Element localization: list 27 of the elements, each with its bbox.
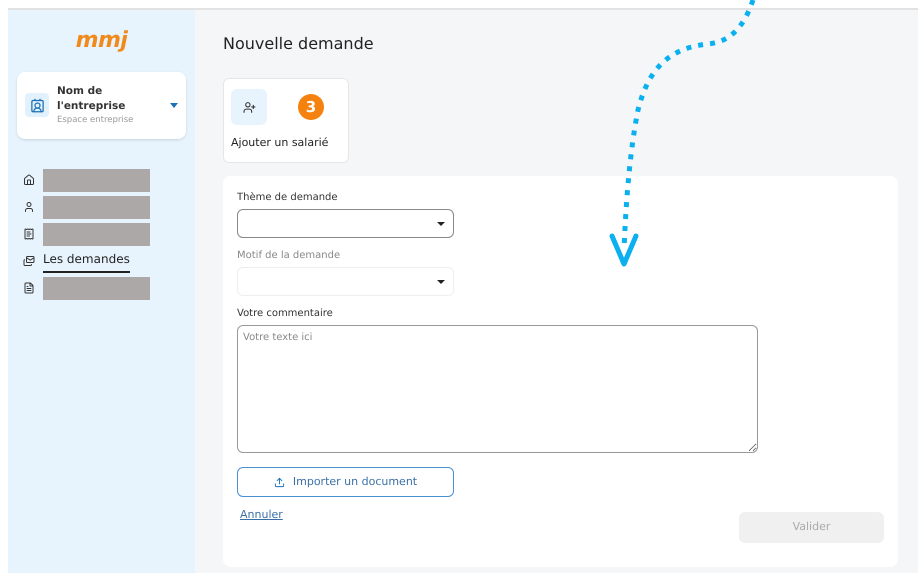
select-field[interactable]: [237, 209, 454, 238]
user-plus-icon: [242, 100, 256, 114]
card-label: Ajouter un salarié: [231, 135, 330, 151]
company-subtitle: Espace entreprise: [57, 114, 134, 127]
company-card[interactable]: Nom de l'entreprise Espace entreprise: [17, 72, 186, 139]
add-employee-card[interactable]: 3 Ajouter un salarié: [223, 78, 349, 163]
user-icon: [23, 201, 35, 214]
mail-icon: [23, 255, 35, 268]
page-title: Nouvelle demande: [223, 33, 375, 55]
receipt-icon: [23, 228, 35, 240]
caret-icon: [437, 222, 445, 226]
field-label: Motif de la demande: [237, 249, 342, 263]
caret-icon: [170, 102, 178, 108]
field-label: Thème de demande: [237, 191, 339, 205]
file-icon: [23, 282, 35, 294]
field-label: Votre commentaire: [237, 307, 334, 321]
cancel-link[interactable]: Annuler: [240, 507, 283, 524]
comment-field[interactable]: Votre texte ici: [237, 325, 758, 453]
nav-link[interactable]: Les demandes: [43, 250, 130, 273]
contact-icon: [30, 98, 44, 113]
caret-icon: [437, 280, 445, 284]
logo: mmj: [76, 30, 128, 52]
count-badge: 3: [298, 94, 324, 120]
upload-button[interactable]: Importer un document: [237, 467, 454, 497]
upload-icon: [274, 476, 285, 488]
company-name: Nom de l'entreprise: [57, 84, 126, 114]
home-icon: [23, 174, 35, 186]
